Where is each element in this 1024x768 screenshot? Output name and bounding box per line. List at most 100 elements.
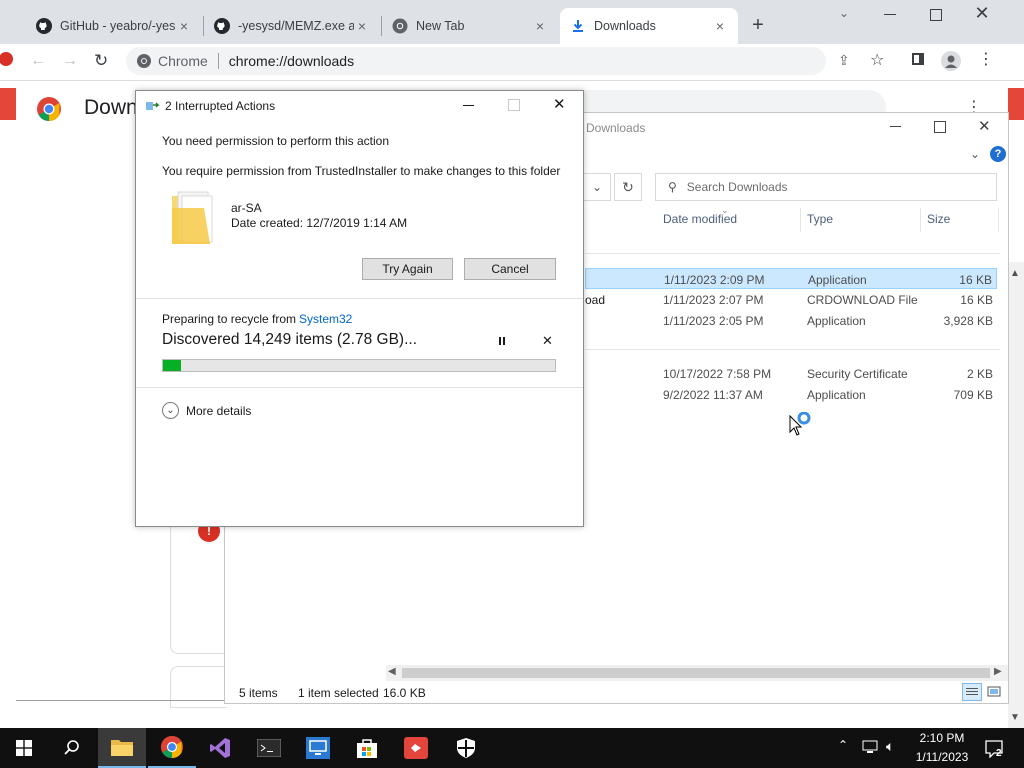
column-divider[interactable] <box>998 208 999 232</box>
more-details-link[interactable]: More details <box>186 404 251 418</box>
menu-kebab-icon[interactable]: ⋮ <box>978 50 994 70</box>
side-panel-icon[interactable] <box>912 53 924 65</box>
share-icon[interactable]: ⇪ <box>838 52 856 70</box>
scrollbar-thumb[interactable] <box>402 668 990 678</box>
folder-icon <box>170 188 216 246</box>
file-date: 1/11/2023 2:05 PM <box>663 314 764 328</box>
address-dropdown-chevron-icon[interactable]: ⌄ <box>583 173 611 201</box>
close-icon[interactable]: × <box>176 18 192 34</box>
clock-time[interactable]: 2:10 PM <box>904 731 980 745</box>
file-name: oad <box>585 293 606 307</box>
clock-date[interactable]: 1/11/2023 <box>904 750 980 764</box>
expand-chevron-icon[interactable]: ⌄ <box>162 402 179 419</box>
minimize-icon[interactable] <box>884 14 896 15</box>
file-explorer-taskbar-icon[interactable] <box>98 728 146 768</box>
column-divider[interactable] <box>920 208 921 232</box>
item-date: Date created: 12/7/2019 1:14 AM <box>231 216 408 230</box>
scroll-right-icon[interactable]: ▶ <box>994 666 1002 677</box>
file-row[interactable]: 10/17/2022 7:58 PM Security Certificate … <box>585 363 997 384</box>
busy-cursor-icon <box>788 411 814 438</box>
large-icons-view-icon[interactable] <box>986 684 1002 700</box>
tab-github-1[interactable]: GitHub - yeabro/-yes × <box>26 8 202 44</box>
close-window-icon[interactable]: ✕ <box>974 3 990 23</box>
chrome-icon <box>392 18 408 34</box>
help-icon[interactable]: ? <box>990 146 1006 162</box>
chrome-logo-icon <box>36 96 62 122</box>
file-row[interactable]: 1/11/2023 2:05 PM Application 3,928 KB <box>585 310 997 331</box>
chrome-taskbar-icon[interactable] <box>148 728 196 768</box>
close-icon[interactable]: ✕ <box>553 95 566 113</box>
download-card <box>170 666 227 708</box>
search-placeholder: Search Downloads <box>686 180 788 194</box>
page-banner-right <box>1008 88 1024 120</box>
volume-icon[interactable]: 🔈︎ <box>886 738 894 755</box>
security-taskbar-icon[interactable] <box>442 728 490 768</box>
maximize-icon[interactable] <box>934 121 946 133</box>
search-downloads-input[interactable]: ⚲ Search Downloads <box>655 173 997 201</box>
tab-github-2[interactable]: -yesysd/MEMZ.exe at × <box>204 8 380 44</box>
remote-desktop-taskbar-icon[interactable] <box>294 728 342 768</box>
interrupted-actions-dialog <box>135 90 584 527</box>
file-row[interactable]: 1/11/2023 2:09 PM Application 16 KB <box>585 268 997 289</box>
dialog-divider <box>136 298 583 299</box>
cancel-operation-icon[interactable]: ✕ <box>542 333 553 349</box>
minimize-icon[interactable] <box>890 126 901 127</box>
minimize-icon[interactable] <box>463 105 474 106</box>
github-icon <box>36 18 52 34</box>
column-type[interactable]: Type <box>807 212 833 226</box>
cancel-button[interactable]: Cancel <box>464 258 556 280</box>
refresh-icon[interactable]: ↻ <box>614 173 642 201</box>
file-type: Application <box>807 388 866 402</box>
tab-search-chevron-icon[interactable]: ⌄ <box>834 6 854 22</box>
back-icon[interactable]: ← <box>30 52 48 70</box>
scroll-up-icon[interactable]: ▲ <box>1010 268 1020 279</box>
file-row[interactable]: oad 1/11/2023 2:07 PM CRDOWNLOAD File 16… <box>585 289 997 310</box>
scrollbar[interactable] <box>1008 262 1024 728</box>
close-window-icon[interactable]: ✕ <box>978 117 991 135</box>
ribbon-expand-chevron-icon[interactable]: ⌄ <box>970 147 980 161</box>
search-icon[interactable] <box>48 728 96 768</box>
star-icon[interactable]: ☆ <box>870 50 888 69</box>
network-icon[interactable] <box>862 739 880 755</box>
status-size: 16.0 KB <box>383 686 426 700</box>
file-date: 9/2/2022 11:37 AM <box>663 388 763 402</box>
github-icon <box>214 18 230 34</box>
download-icon <box>570 18 586 34</box>
git-taskbar-icon[interactable] <box>392 728 440 768</box>
file-size: 2 KB <box>966 367 993 381</box>
status-item-count: 5 items <box>239 686 278 700</box>
file-row[interactable]: 9/2/2022 11:37 AM Application 709 KB <box>585 384 997 405</box>
close-icon[interactable]: × <box>712 18 728 34</box>
details-view-icon[interactable] <box>962 683 982 701</box>
close-icon[interactable]: × <box>354 18 370 34</box>
tab-new-tab[interactable]: New Tab × <box>382 8 558 44</box>
terminal-taskbar-icon[interactable] <box>245 728 293 768</box>
scroll-down-icon[interactable]: ▼ <box>1010 712 1020 723</box>
new-tab-button[interactable]: + <box>746 14 770 38</box>
visual-studio-taskbar-icon[interactable] <box>196 728 244 768</box>
profile-avatar-icon[interactable] <box>941 51 961 71</box>
close-icon[interactable]: × <box>532 18 548 34</box>
maximize-icon[interactable] <box>930 9 942 21</box>
dialog-divider <box>136 387 583 388</box>
tray-overflow-chevron-icon[interactable]: ⌃ <box>838 738 848 752</box>
store-taskbar-icon[interactable] <box>343 728 391 768</box>
notification-count: 2 <box>996 748 1002 759</box>
address-bar[interactable]: Chrome chrome://downloads <box>126 47 826 75</box>
try-again-button[interactable]: Try Again <box>362 258 453 280</box>
tab-label: GitHub - yeabro/-yes <box>60 19 176 33</box>
progress-fill <box>163 360 181 371</box>
recycle-source-link[interactable]: System32 <box>299 312 352 326</box>
start-button[interactable] <box>0 728 48 768</box>
page-error-icon <box>0 50 16 68</box>
scroll-left-icon[interactable]: ◀ <box>388 666 396 677</box>
column-size[interactable]: Size <box>927 212 950 226</box>
pause-icon[interactable] <box>496 335 508 347</box>
column-date-modified[interactable]: Date modified <box>663 212 737 226</box>
reload-icon[interactable]: ↻ <box>94 51 112 70</box>
column-divider[interactable] <box>800 208 801 232</box>
forward-icon[interactable]: → <box>62 52 80 70</box>
file-size: 709 KB <box>953 388 993 402</box>
tab-downloads[interactable]: Downloads × <box>560 8 738 44</box>
file-type: Application <box>808 273 867 287</box>
